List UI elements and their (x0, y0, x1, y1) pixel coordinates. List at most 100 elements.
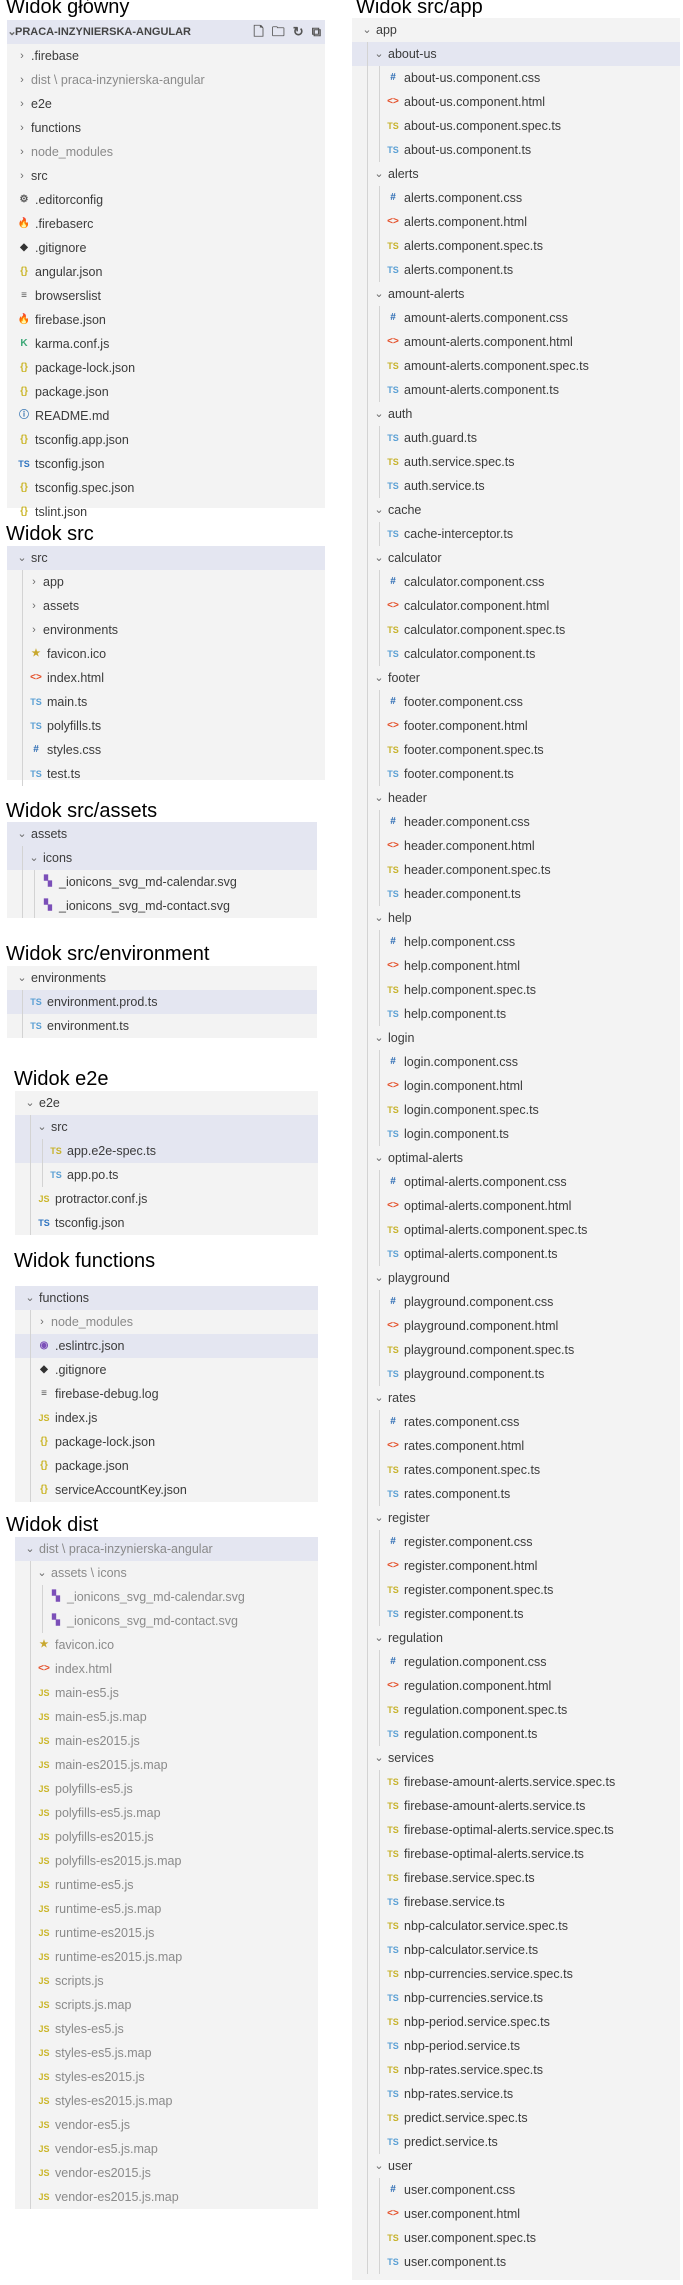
file-item[interactable]: TS footer.component.ts (352, 762, 680, 786)
folder-item[interactable]: ⌄ src (7, 546, 325, 570)
file-item[interactable]: TS optimal-alerts.component.ts (352, 1242, 680, 1266)
file-item[interactable]: # styles.css (7, 738, 325, 762)
file-item[interactable]: TS polyfills.ts (7, 714, 325, 738)
file-item[interactable]: JS index.js (15, 1406, 318, 1430)
file-item[interactable]: ◆ .gitignore (15, 1358, 318, 1382)
file-item[interactable]: {} angular.json (7, 260, 325, 284)
file-item[interactable]: JS main-es5.js (15, 1681, 318, 1705)
chevron-right-icon[interactable]: › (17, 140, 27, 164)
file-item[interactable]: TS user.component.ts (352, 2250, 680, 2274)
file-item[interactable]: JS protractor.conf.js (15, 1187, 318, 1211)
chevron-down-icon[interactable]: ⌄ (362, 18, 372, 42)
folder-item[interactable]: ⌄ cache (352, 498, 680, 522)
chevron-down-icon[interactable]: ⌄ (17, 546, 27, 570)
file-item[interactable]: ▚ _ionicons_svg_md-calendar.svg (7, 870, 317, 894)
folder-item[interactable]: ⌄ login (352, 1026, 680, 1050)
chevron-right-icon[interactable]: › (17, 116, 27, 140)
folder-item[interactable]: › src (7, 164, 325, 188)
file-item[interactable]: {} package.json (7, 380, 325, 404)
folder-item[interactable]: ⌄ regulation (352, 1626, 680, 1650)
file-item[interactable]: Kkarma.conf.js (7, 332, 325, 356)
file-item[interactable]: TS nbp-calculator.service.ts (352, 1938, 680, 1962)
file-item[interactable]: TS regulation.component.ts (352, 1722, 680, 1746)
file-item[interactable]: # regulation.component.css (352, 1650, 680, 1674)
file-item[interactable]: JS styles-es5.js (15, 2017, 318, 2041)
file-item[interactable]: TS login.component.ts (352, 1122, 680, 1146)
file-item[interactable]: TS register.component.spec.ts (352, 1578, 680, 1602)
file-item[interactable]: # footer.component.css (352, 690, 680, 714)
file-item[interactable]: JS scripts.js.map (15, 1993, 318, 2017)
file-item[interactable]: TS test.ts (7, 762, 325, 786)
folder-item[interactable]: › functions (7, 116, 325, 140)
file-item[interactable]: TS playground.component.spec.ts (352, 1338, 680, 1362)
file-item[interactable]: ▚ _ionicons_svg_md-contact.svg (7, 894, 317, 918)
folder-item[interactable]: ⌄ services (352, 1746, 680, 1770)
file-item[interactable]: <> calculator.component.html (352, 594, 680, 618)
file-item[interactable]: JS vendor-es2015.js (15, 2161, 318, 2185)
file-item[interactable]: TS nbp-rates.service.spec.ts (352, 2058, 680, 2082)
new-file-icon[interactable]: 🗋 (253, 24, 263, 39)
folder-item[interactable]: ⌄ environments (7, 966, 317, 990)
chevron-down-icon[interactable]: ⌄ (374, 1026, 384, 1050)
file-item[interactable]: ★ favicon.ico (7, 642, 325, 666)
file-item[interactable]: JS vendor-es2015.js.map (15, 2185, 318, 2209)
folder-item[interactable]: › node_modules (15, 1310, 318, 1334)
file-item[interactable]: 🔥 .firebaserc (7, 212, 325, 236)
file-item[interactable]: JS main-es2015.js.map (15, 1753, 318, 1777)
file-item[interactable]: JS runtime-es2015.js.map (15, 1945, 318, 1969)
folder-item[interactable]: ⌄ src (15, 1115, 318, 1139)
file-item[interactable]: <> header.component.html (352, 834, 680, 858)
chevron-down-icon[interactable]: ⌄ (374, 2154, 384, 2178)
file-item[interactable]: # amount-alerts.component.css (352, 306, 680, 330)
file-item[interactable]: # alerts.component.css (352, 186, 680, 210)
file-item[interactable]: TS playground.component.ts (352, 1362, 680, 1386)
file-item[interactable]: TS nbp-period.service.spec.ts (352, 2010, 680, 2034)
chevron-down-icon[interactable]: ⌄ (37, 1115, 47, 1139)
file-item[interactable]: {} tsconfig.app.json (7, 428, 325, 452)
file-item[interactable]: ⓘ README.md (7, 404, 325, 428)
folder-item[interactable]: ⌄ help (352, 906, 680, 930)
file-item[interactable]: TS register.component.ts (352, 1602, 680, 1626)
file-item[interactable]: ◆ .gitignore (7, 236, 325, 260)
folder-item[interactable]: ⌄ register (352, 1506, 680, 1530)
folder-item[interactable]: ⌄ amount-alerts (352, 282, 680, 306)
chevron-down-icon[interactable]: ⌄ (374, 906, 384, 930)
file-item[interactable]: ◉ .eslintrc.json (15, 1334, 318, 1358)
file-item[interactable]: JS styles-es2015.js.map (15, 2089, 318, 2113)
chevron-right-icon[interactable]: › (17, 164, 27, 188)
chevron-down-icon[interactable]: ⌄ (374, 1506, 384, 1530)
chevron-down-icon[interactable]: ⌄ (374, 1626, 384, 1650)
file-item[interactable]: TS firebase-optimal-alerts.service.ts (352, 1842, 680, 1866)
file-item[interactable]: TS optimal-alerts.component.spec.ts (352, 1218, 680, 1242)
file-item[interactable]: TS amount-alerts.component.spec.ts (352, 354, 680, 378)
file-item[interactable]: TS about-us.component.ts (352, 138, 680, 162)
chevron-down-icon[interactable]: ⌄ (25, 1537, 35, 1561)
folder-item[interactable]: ⌄ calculator (352, 546, 680, 570)
folder-item[interactable]: ⌄ rates (352, 1386, 680, 1410)
file-item[interactable]: TS tsconfig.json (15, 1211, 318, 1235)
collapse-all-icon[interactable]: ⧉ (312, 24, 321, 39)
folder-item[interactable]: ⌄ footer (352, 666, 680, 690)
file-item[interactable]: TS nbp-currencies.service.ts (352, 1986, 680, 2010)
file-item[interactable]: {} package.json (15, 1454, 318, 1478)
file-item[interactable]: TS firebase-optimal-alerts.service.spec.t… (352, 1818, 680, 1842)
file-item[interactable]: # header.component.css (352, 810, 680, 834)
file-item[interactable]: {} package-lock.json (7, 356, 325, 380)
file-item[interactable]: TS tsconfig.json (7, 452, 325, 476)
folder-item[interactable]: › environments (7, 618, 325, 642)
file-item[interactable]: JS scripts.js (15, 1969, 318, 1993)
file-item[interactable]: <> alerts.component.html (352, 210, 680, 234)
folder-item[interactable]: ⌄ user (352, 2154, 680, 2178)
file-item[interactable]: JS runtime-es2015.js (15, 1921, 318, 1945)
file-item[interactable]: # login.component.css (352, 1050, 680, 1074)
file-item[interactable]: <> index.html (7, 666, 325, 690)
file-item[interactable]: ≡ firebase-debug.log (15, 1382, 318, 1406)
file-item[interactable]: TS alerts.component.spec.ts (352, 234, 680, 258)
file-item[interactable]: TS footer.component.spec.ts (352, 738, 680, 762)
file-item[interactable]: <> playground.component.html (352, 1314, 680, 1338)
file-item[interactable]: # user.component.css (352, 2178, 680, 2202)
folder-item[interactable]: › e2e (7, 92, 325, 116)
file-item[interactable]: ⚙ .editorconfig (7, 188, 325, 212)
folder-item[interactable]: ⌄ assets \ icons (15, 1561, 318, 1585)
file-item[interactable]: TS cache-interceptor.ts (352, 522, 680, 546)
